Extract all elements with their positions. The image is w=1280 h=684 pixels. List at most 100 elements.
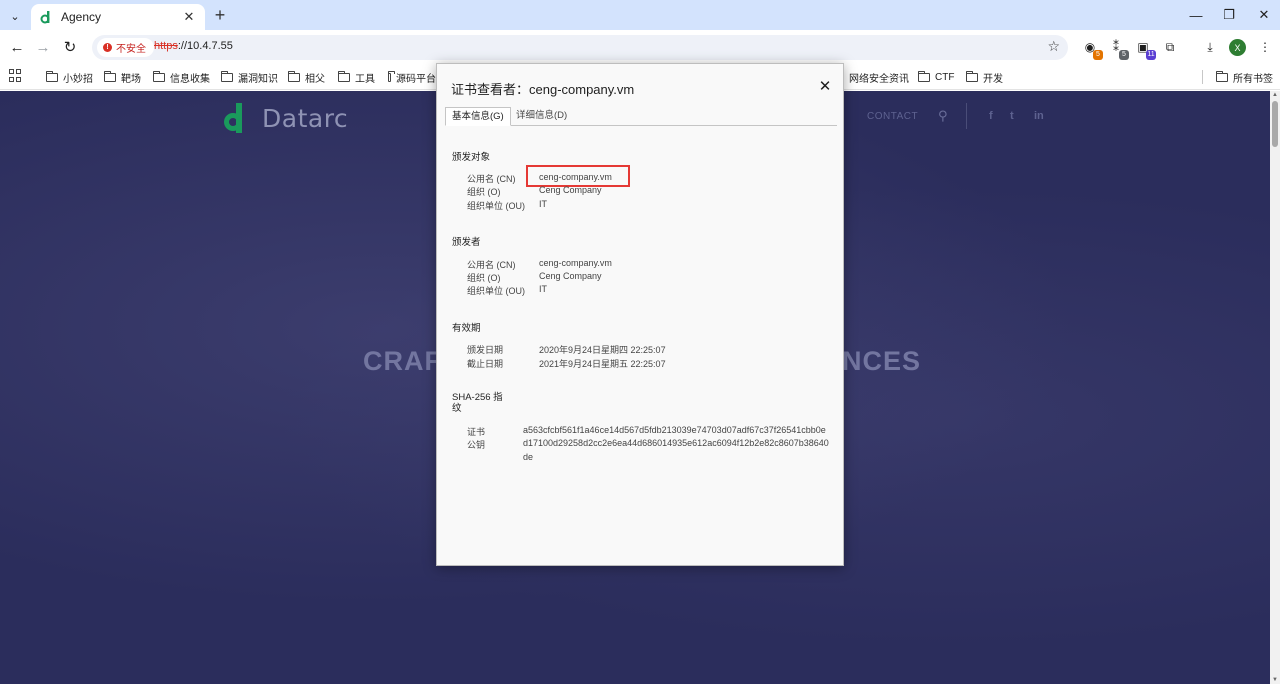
scroll-up-icon[interactable]: ▲ [1272,92,1278,98]
tab-search-chevron-icon[interactable]: ⌄ [5,6,25,26]
logo-mark-icon [224,103,250,133]
extension-badge: 5 [1119,50,1129,60]
issued-date-value: 2020年9月24日星期四 22:25:07 [539,345,666,355]
certificate-viewer-dialog: 证书查看者：ceng-company.vm ✕ 基本信息(G) 详细信息(D) … [436,63,844,566]
section-sha256: SHA-256 指纹 [452,392,503,414]
issued-to-cn-label: 公用名 (CN) [467,174,516,184]
expiry-date-label: 截止日期 [467,359,504,369]
not-secure-chip[interactable]: ! 不安全 [97,38,154,57]
forward-button[interactable]: → [32,36,54,58]
scroll-down-icon[interactable]: ▼ [1272,677,1278,683]
expiry-date-value: 2021年9月24日星期五 22:25:07 [539,359,666,369]
general-tab-content: 颁发对象 公用名 (CN) ceng-company.vm 组织 (O) Cen… [445,126,837,560]
minimize-button[interactable]: — [1181,4,1211,26]
new-tab-button[interactable]: + [210,5,230,25]
dialog-tabs: 基本信息(G) 详细信息(D) [445,107,837,126]
issued-by-ou-value: IT [539,284,547,294]
search-icon[interactable]: ⚲ [938,108,948,124]
linkedin-icon[interactable]: in [1034,110,1044,122]
warning-icon: ! [103,43,112,52]
brand-name: Datarc [262,103,349,133]
twitter-icon[interactable]: t [1010,110,1014,122]
back-button[interactable]: ← [6,36,28,58]
bookmark-folder[interactable]: 相父 [288,69,325,85]
issued-to-cn-value: ceng-company.vm [539,172,612,182]
not-secure-label: 不安全 [116,44,146,55]
bookmark-folder[interactable]: 小妙招 [46,69,93,85]
bookmark-folder[interactable]: 开发 [966,69,1003,85]
hero-heading-left: CRAF [363,346,442,376]
key-fingerprint-label: 公钥 [467,440,486,450]
issued-to-o-label: 组织 (O) [467,187,501,197]
folder-icon [46,70,58,82]
restore-button[interactable]: ❐ [1214,4,1244,26]
nav-divider [966,103,967,129]
folder-icon [153,70,165,82]
folder-icon [1216,70,1228,82]
dialog-title: 证书查看者：ceng-company.vm [451,82,635,97]
scrollbar-thumb[interactable] [1272,101,1278,147]
reload-button[interactable]: ↻ [59,36,81,58]
section-validity: 有效期 [452,323,481,334]
tab-strip: ⌄ Agency ✕ + — ❐ ✕ [0,0,1280,30]
folder-icon [338,70,350,82]
section-issued-to: 颁发对象 [452,152,491,163]
folder-icon [104,70,116,82]
folder-icon [221,70,233,82]
extension-badge: 11 [1146,50,1156,60]
url-scheme: https [154,40,178,52]
folder-icon [288,70,300,82]
menu-kebab-icon[interactable]: ⋮ [1256,38,1274,56]
browser-toolbar: ← → ↻ ! 不安全 https://10.4.7.55 ☆ ◉ 5 ⁑ 5 ▣ 1… [0,30,1280,64]
site-favicon-icon [40,11,50,24]
key-fingerprint-value: d17100d29258d2cc2e6ea44d686014935e612ac6… [523,438,829,462]
apps-grid-icon[interactable] [9,69,22,82]
page-scrollbar[interactable]: ▲ ▼ [1270,91,1280,684]
bookmark-folder[interactable]: 网络安全资讯 [849,69,909,85]
issued-by-o-label: 组织 (O) [467,273,501,283]
close-window-button[interactable]: ✕ [1249,4,1279,26]
bookmark-folder[interactable]: 工具 [338,69,375,85]
tab-agency[interactable]: Agency ✕ [31,4,205,30]
bookmarks-separator [1202,70,1203,84]
url-host: ://10.4.7.55 [177,40,233,52]
cert-fingerprint-label: 证书 [467,427,486,437]
url-text[interactable]: https://10.4.7.55 [154,40,233,52]
extension-a-icon[interactable]: ◉ 5 [1081,38,1103,60]
download-icon[interactable]: ⤓ [1201,38,1219,56]
site-logo[interactable]: Datarc [224,103,348,133]
issued-to-o-value: Ceng Company [539,185,602,195]
tab-title: Agency [61,10,102,24]
extension-badge: 5 [1093,50,1103,60]
bookmark-star-icon[interactable]: ☆ [1047,38,1060,55]
issued-by-cn-label: 公用名 (CN) [467,260,516,270]
issued-by-ou-label: 组织单位 (OU) [467,286,525,296]
issued-by-cn-value: ceng-company.vm [539,258,612,268]
close-icon[interactable]: ✕ [817,78,833,95]
tab-details[interactable]: 详细信息(D) [510,107,573,126]
issued-by-o-value: Ceng Company [539,271,602,281]
nav-contact-link[interactable]: CONTACT [867,111,918,122]
extension-b-icon[interactable]: ⁑ 5 [1107,38,1129,60]
issued-to-ou-label: 组织单位 (OU) [467,201,525,211]
profile-avatar[interactable]: X [1229,39,1246,56]
section-issued-by: 颁发者 [452,237,481,248]
all-bookmarks-folder[interactable]: 所有书签 [1216,69,1273,85]
address-bar[interactable]: ! 不安全 https://10.4.7.55 ☆ [92,35,1068,60]
extensions-puzzle-icon[interactable]: ⧉ [1161,38,1179,56]
facebook-icon[interactable]: f [989,110,993,122]
folder-icon [388,70,395,82]
bookmark-folder[interactable]: 靶场 [104,69,141,85]
tab-close-icon[interactable]: ✕ [181,9,197,25]
bookmark-folder[interactable]: CTF [918,69,954,85]
tab-general[interactable]: 基本信息(G) [445,107,511,126]
bookmark-folder[interactable]: 漏洞知识 [221,69,278,85]
extension-c-icon[interactable]: ▣ 11 [1134,38,1156,60]
bookmark-folder[interactable]: 源码平台 [388,69,436,85]
issued-to-ou-value: IT [539,199,547,209]
cert-fingerprint-value: a563cfcbf561f1a46ce14d567d5fdb213039e747… [523,425,826,435]
bookmark-folder[interactable]: 信息收集 [153,69,210,85]
hero-heading-right: NCES [842,346,922,376]
folder-icon [966,70,978,82]
issued-date-label: 颁发日期 [467,345,504,355]
